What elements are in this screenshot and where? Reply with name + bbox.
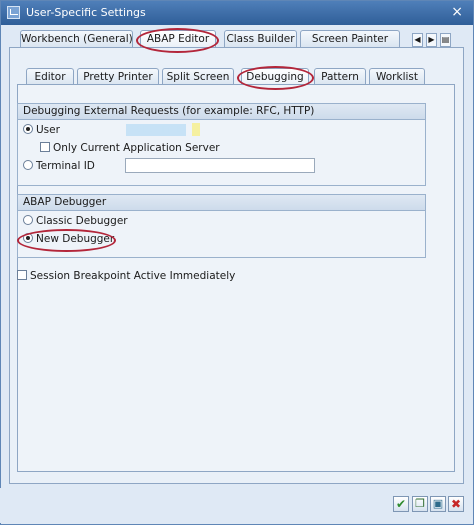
user-field-cursor [192, 123, 200, 136]
user-field[interactable]: BBBBTTTTB [122, 122, 201, 137]
only-current-server-checkbox[interactable] [40, 142, 50, 152]
terminal-id-input[interactable] [125, 158, 315, 173]
only-current-server-label: Only Current Application Server [53, 142, 220, 154]
session-breakpoint-checkbox[interactable] [17, 270, 27, 280]
terminal-id-label: Terminal ID [36, 160, 95, 172]
cancel-icon[interactable]: ✖ [448, 496, 464, 512]
session-breakpoint-option[interactable]: Session Breakpoint Active Immediately [17, 269, 235, 284]
abap-debugger-title: ABAP Debugger [18, 195, 425, 211]
classic-debugger-option[interactable]: Classic Debugger [23, 214, 128, 229]
confirm-check-icon[interactable]: ✔ [393, 496, 409, 512]
tab-list-menu-icon[interactable]: ▤ [440, 33, 451, 47]
user-value: BBBBTTTTB [126, 124, 187, 136]
copy-icon[interactable]: ❐ [412, 496, 428, 512]
bottom-toolbar: ✔ ❐ ▣ ✖ [0, 488, 472, 523]
session-breakpoint-label: Session Breakpoint Active Immediately [30, 270, 236, 282]
user-label: User [36, 124, 60, 136]
external-requests-title: Debugging External Requests (for example… [18, 104, 425, 120]
terminal-id-radio[interactable] [23, 160, 33, 170]
close-icon[interactable]: × [451, 4, 463, 20]
classic-debugger-radio[interactable] [23, 215, 33, 225]
classic-debugger-label: Classic Debugger [36, 215, 128, 227]
tab-scroll-right-icon[interactable]: ▶ [426, 33, 437, 47]
save-icon[interactable]: ▣ [430, 496, 446, 512]
user-radio[interactable] [23, 124, 33, 134]
new-debugger-option[interactable]: New Debugger [23, 232, 114, 247]
title-bar: User-Specific Settings × [1, 1, 473, 25]
new-debugger-radio[interactable] [23, 233, 33, 243]
new-debugger-label: New Debugger [36, 233, 115, 245]
window-title: User-Specific Settings [26, 6, 146, 19]
tab-scroll-left-icon[interactable]: ◀ [412, 33, 423, 47]
only-current-server-option[interactable]: Only Current Application Server [40, 141, 220, 156]
user-option[interactable]: User [23, 123, 60, 138]
terminal-id-option[interactable]: Terminal ID [23, 159, 95, 174]
window-icon [7, 6, 20, 19]
